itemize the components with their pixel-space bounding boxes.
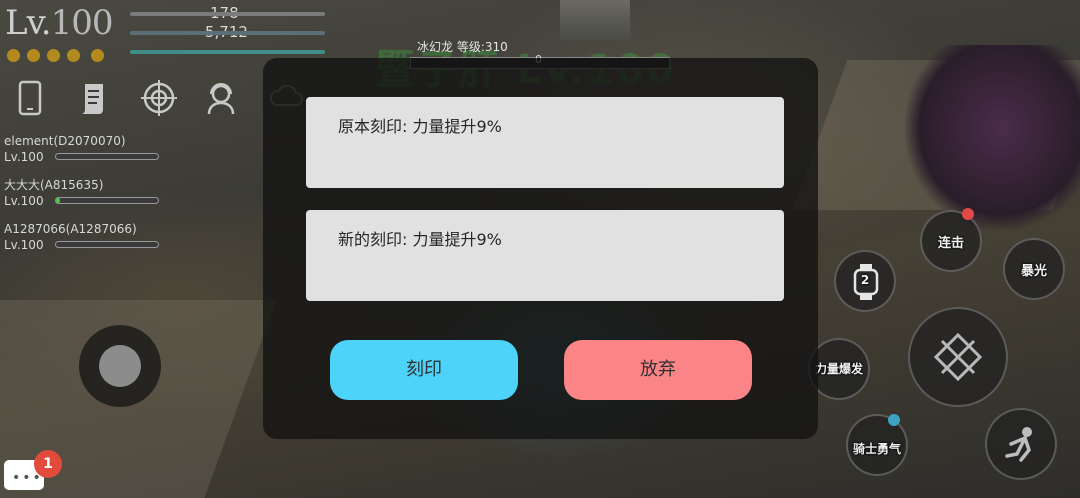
star-dot-icon [67, 49, 80, 62]
stone-pillar [560, 0, 630, 40]
party-member-name: 大大大(A815635) [4, 178, 104, 192]
support-agent-icon[interactable] [201, 80, 241, 120]
original-engraving-panel: 原本刻印: 力量提升9% [306, 97, 784, 188]
party-member-level: Lv.100 [4, 194, 44, 208]
party-member-hp-bar [55, 197, 159, 204]
star-dot-icon [91, 49, 104, 62]
skill-burst-label: 暴光 [1020, 264, 1047, 279]
new-engraving-text: 新的刻印: 力量提升9% [338, 230, 502, 249]
engrave-button[interactable]: 刻印 [330, 340, 518, 400]
skill-knight-courage-label: 骑士勇气 [852, 442, 901, 456]
player-level: Lv.100 [5, 3, 114, 43]
crosshair-icon[interactable] [139, 80, 179, 120]
crossed-swords-icon [933, 332, 983, 382]
star-dot-icon [27, 49, 40, 62]
party-member-name: element(D2070070) [4, 134, 126, 148]
star-dot-icon [7, 49, 20, 62]
skill-ready-dot-icon [888, 414, 900, 426]
watch-item-button[interactable]: 2 [834, 250, 896, 312]
original-engraving-text: 原本刻印: 力量提升9% [338, 117, 502, 136]
star-dot-icon [47, 49, 60, 62]
skill-combo-button[interactable]: 连击 [920, 208, 982, 272]
hp-bar [130, 12, 325, 16]
dash-figure-icon [1005, 427, 1032, 462]
watch-label: 2 [860, 273, 870, 287]
chat-button[interactable]: ••• 1 [4, 450, 62, 494]
abandon-button[interactable]: 放弃 [564, 340, 752, 400]
party-member-name: A1287066(A1287066) [4, 222, 137, 236]
party-member-hp-bar [55, 153, 159, 160]
skill-combo-label: 连击 [937, 236, 964, 251]
boss-name: 冰幻龙 等级:310 [417, 40, 508, 54]
level-prefix: Lv. [5, 3, 52, 43]
skill-alert-dot-icon [962, 208, 974, 220]
movement-joystick[interactable] [79, 325, 161, 407]
party-member-level: Lv.100 [4, 150, 44, 164]
party-member-hp-bar [55, 241, 159, 248]
chat-unread-badge: 1 [34, 450, 62, 478]
new-engraving-panel: 新的刻印: 力量提升9% [306, 210, 784, 301]
engraving-dialog: 原本刻印: 力量提升9% 新的刻印: 力量提升9% 刻印 放弃 [263, 58, 818, 439]
skill-knight-courage-button[interactable]: 骑士勇气 [846, 414, 908, 476]
level-number: 100 [50, 3, 114, 43]
exp-bar [130, 50, 325, 54]
joystick-knob[interactable] [99, 345, 141, 387]
main-attack-button[interactable] [908, 307, 1008, 407]
monster-figure [905, 45, 1080, 230]
mp-bar [130, 31, 325, 35]
phone-icon[interactable] [10, 80, 50, 120]
scroll-icon[interactable] [74, 80, 114, 120]
dodge-button[interactable] [985, 408, 1057, 480]
skill-burst-button[interactable]: 暴光 [1003, 238, 1065, 300]
party-member-level: Lv.100 [4, 238, 44, 252]
skill-power-burst-label: 力量爆发 [814, 362, 863, 376]
